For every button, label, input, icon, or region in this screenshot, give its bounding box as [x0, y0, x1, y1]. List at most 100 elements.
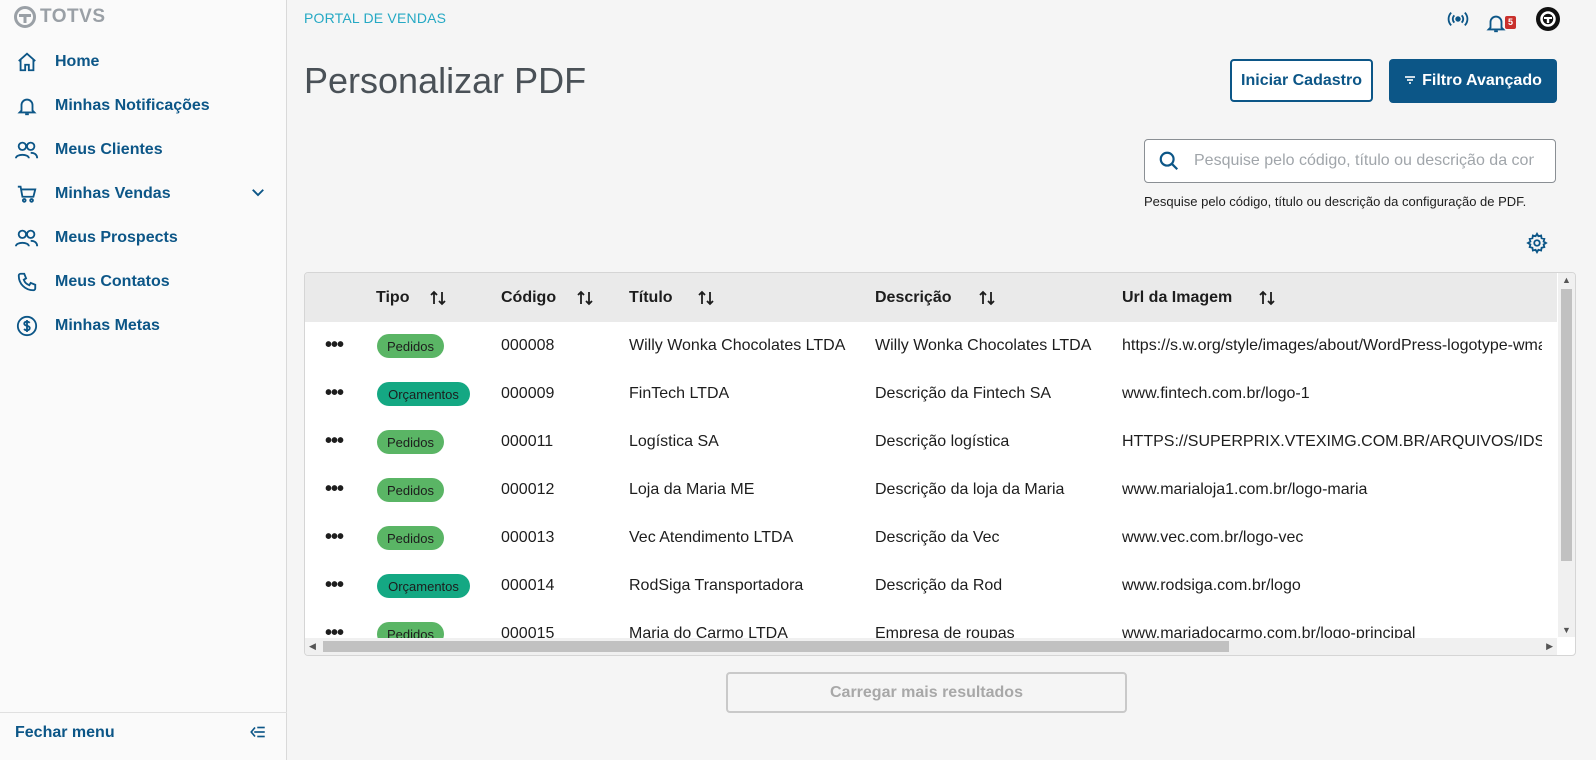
cell-codigo: 000011 [501, 433, 554, 450]
dollar-circle-icon [15, 314, 39, 338]
column-header-codigo[interactable]: Código [501, 289, 594, 307]
row-actions-icon[interactable]: ••• [325, 526, 344, 549]
vertical-scrollbar-thumb[interactable] [1561, 289, 1572, 561]
data-table: Tipo Código Título Descrição Url da Imag… [304, 272, 1576, 656]
cell-descricao: Descrição da loja da Maria [875, 481, 1065, 498]
sidebar-item-vendas[interactable]: Minhas Vendas [0, 172, 287, 216]
table-row[interactable]: ••• Pedidos 000012 Loja da Maria ME Desc… [305, 466, 1557, 514]
search-box [1144, 139, 1556, 183]
gear-icon[interactable] [1526, 231, 1548, 259]
notifications-button[interactable]: 5 [1485, 10, 1519, 34]
sidebar: TOTVS Home Minhas Notificações Meus Clie… [0, 0, 287, 760]
filtro-avancado-button[interactable]: Filtro Avançado [1389, 59, 1557, 103]
phone-icon [15, 270, 39, 294]
sidebar-item-label: Meus Prospects [55, 229, 178, 246]
cell-url: www.rodsiga.com.br/logo [1122, 577, 1301, 594]
sort-icon[interactable] [576, 289, 594, 307]
status-tag: Pedidos [377, 526, 444, 550]
sort-icon[interactable] [697, 289, 715, 307]
cell-titulo: Willy Wonka Chocolates LTDA [629, 337, 846, 354]
home-icon [15, 50, 39, 74]
chevron-down-icon[interactable] [249, 183, 267, 206]
row-actions-icon[interactable]: ••• [325, 430, 344, 453]
column-header-tipo[interactable]: Tipo [376, 289, 447, 307]
bell-icon [1486, 15, 1506, 32]
status-tag: Pedidos [377, 334, 444, 358]
cell-codigo: 000009 [501, 385, 555, 402]
vertical-scrollbar[interactable]: ▲ ▼ [1558, 273, 1575, 637]
scroll-up-arrow-icon[interactable]: ▲ [1562, 275, 1571, 285]
sidebar-item-notificacoes[interactable]: Minhas Notificações [0, 84, 287, 128]
scroll-right-arrow-icon[interactable]: ▶ [1546, 641, 1553, 652]
cell-descricao: Willy Wonka Chocolates LTDA [875, 337, 1092, 354]
load-more-button[interactable]: Carregar mais resultados [726, 672, 1127, 713]
status-tag: Orçamentos [377, 382, 470, 406]
user-avatar-icon[interactable] [1535, 6, 1561, 37]
sidebar-item-prospects[interactable]: Meus Prospects [0, 216, 287, 260]
table-row[interactable]: ••• Pedidos 000013 Vec Atendimento LTDA … [305, 514, 1557, 562]
filter-icon [1404, 72, 1416, 90]
row-actions-icon[interactable]: ••• [325, 334, 344, 357]
status-tag: Pedidos [377, 430, 444, 454]
column-label: Tipo [376, 289, 410, 306]
filtro-avancado-label: Filtro Avançado [1422, 72, 1542, 89]
close-menu-button[interactable]: Fechar menu [0, 712, 287, 752]
sidebar-item-label: Home [55, 53, 100, 70]
cart-icon [15, 182, 39, 206]
close-menu-label: Fechar menu [15, 723, 115, 741]
horizontal-scrollbar-thumb[interactable] [323, 641, 1229, 652]
iniciar-cadastro-button[interactable]: Iniciar Cadastro [1230, 59, 1373, 102]
horizontal-scrollbar[interactable]: ◀ ▶ [305, 638, 1557, 655]
cell-url: www.vec.com.br/logo-vec [1122, 529, 1304, 546]
sidebar-item-clientes[interactable]: Meus Clientes [0, 128, 287, 172]
cell-url: HTTPS://SUPERPRIX.VTEXIMG.COM.BR/ARQUIVO… [1122, 433, 1542, 450]
row-actions-icon[interactable]: ••• [325, 382, 344, 405]
cell-descricao: Descrição da Vec [875, 529, 1000, 546]
table-row[interactable]: ••• Pedidos 000008 Willy Wonka Chocolate… [305, 322, 1557, 370]
table-row[interactable]: ••• Pedidos 000011 Logística SA Descriçã… [305, 418, 1557, 466]
sidebar-item-label: Meus Clientes [55, 141, 163, 158]
search-input[interactable] [1192, 151, 1536, 171]
search-help-text: Pesquise pelo código, título ou descriçã… [1144, 194, 1527, 209]
bell-icon [15, 94, 39, 118]
collapse-menu-icon [249, 723, 267, 746]
users-icon [15, 226, 39, 250]
totvs-logo[interactable]: TOTVS [14, 6, 106, 28]
cell-titulo: FinTech LTDA [629, 385, 730, 402]
sidebar-item-home[interactable]: Home [0, 40, 287, 84]
sort-icon[interactable] [1258, 289, 1276, 307]
sidebar-item-label: Minhas Vendas [55, 185, 171, 202]
search-icon [1158, 150, 1180, 172]
header-actions: 5 [1447, 6, 1561, 37]
cell-titulo: RodSiga Transportadora [629, 577, 804, 594]
status-tag: Pedidos [377, 478, 444, 502]
sort-icon[interactable] [429, 289, 447, 307]
sort-icon[interactable] [978, 289, 996, 307]
column-header-url-imagem[interactable]: Url da Imagem [1122, 289, 1276, 307]
cell-codigo: 000014 [501, 577, 555, 594]
column-label: Título [629, 289, 673, 306]
users-icon [15, 138, 39, 162]
sidebar-item-metas[interactable]: Minhas Metas [0, 304, 287, 348]
row-actions-icon[interactable]: ••• [325, 574, 344, 597]
scroll-down-arrow-icon[interactable]: ▼ [1562, 625, 1571, 635]
table-header: Tipo Código Título Descrição Url da Imag… [305, 273, 1557, 322]
sidebar-nav: Home Minhas Notificações Meus Clientes M… [0, 40, 287, 348]
cell-url: www.marialoja1.com.br/logo-maria [1122, 481, 1368, 498]
cell-codigo: 000008 [501, 337, 555, 354]
cell-descricao: Descrição da Fintech SA [875, 385, 1052, 402]
scroll-left-arrow-icon[interactable]: ◀ [309, 641, 316, 652]
table-row[interactable]: ••• Orçamentos 000014 RodSiga Transporta… [305, 562, 1557, 610]
main-content: PORTAL DE VENDAS 5 Personalizar PDF Inic… [288, 0, 1596, 760]
cell-descricao: Descrição logística [875, 433, 1010, 450]
broadcast-icon[interactable] [1447, 9, 1469, 34]
column-label: Descrição [875, 289, 952, 306]
page-title: Personalizar PDF [304, 60, 587, 101]
column-header-descricao[interactable]: Descrição [875, 289, 996, 307]
totvs-logo-icon [14, 6, 36, 28]
row-actions-icon[interactable]: ••• [325, 478, 344, 501]
sidebar-item-label: Minhas Metas [55, 317, 160, 334]
table-row[interactable]: ••• Orçamentos 000009 FinTech LTDA Descr… [305, 370, 1557, 418]
sidebar-item-contatos[interactable]: Meus Contatos [0, 260, 287, 304]
column-header-titulo[interactable]: Título [629, 289, 715, 307]
